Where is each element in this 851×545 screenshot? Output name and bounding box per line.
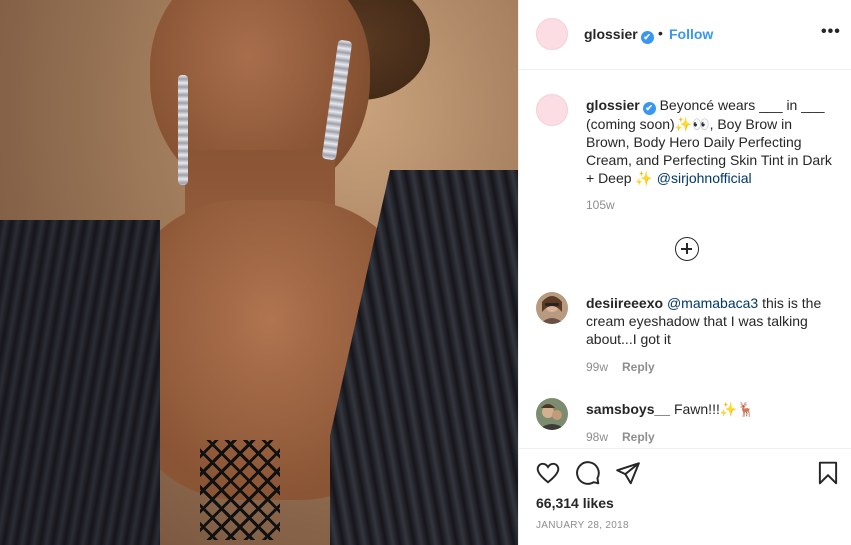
caption-meta: 105w [586,198,615,212]
comment-item: samsboys__ Fawn!!!✨🦌 98w Reply [536,398,836,448]
post-header: glossier ✔ • Follow ••• [519,0,851,70]
caption-time[interactable]: 105w [586,198,615,212]
comment-item: desiireeexo @mamabaca3 this is the cream… [536,292,836,374]
caption-username[interactable]: glossier [586,97,640,113]
heart-icon[interactable] [535,460,561,486]
more-options-icon[interactable]: ••• [821,23,841,41]
verified-badge-icon: ✔ [642,102,656,115]
author-username-text[interactable]: glossier [584,26,638,42]
reply-button[interactable]: Reply [622,430,655,444]
comment-time[interactable]: 98w [586,430,608,444]
photo-lace [200,440,280,540]
comment-time[interactable]: 99w [586,360,608,374]
comment-username[interactable]: desiireeexo [586,295,663,311]
header-separator: • [658,25,663,41]
comment-username[interactable]: samsboys__ [586,401,670,417]
comment-meta: 98w Reply [586,430,655,444]
bookmark-icon[interactable] [815,460,841,486]
follow-button[interactable]: Follow [669,26,713,42]
caption-text: glossier ✔ Beyoncé wears ___ in ___ (comi… [586,96,836,187]
caption-mention-link[interactable]: @sirjohnofficial [657,170,752,186]
comment-text: desiireeexo @mamabaca3 this is the cream… [586,294,836,348]
load-more-comments-icon[interactable] [675,237,699,261]
author-username[interactable]: glossier ✔ [584,26,654,44]
reply-button[interactable]: Reply [622,360,655,374]
comments-list[interactable]: glossier ✔ Beyoncé wears ___ in ___ (comi… [519,71,851,448]
paper-plane-icon[interactable] [615,460,641,486]
comment-text: samsboys__ Fawn!!!✨🦌 [586,400,836,418]
likes-count[interactable]: 66,314 likes [536,495,614,511]
caption-entry: glossier ✔ Beyoncé wears ___ in ___ (comi… [536,94,836,224]
photo-earring-left [178,75,188,185]
commenter-avatar[interactable] [536,292,568,324]
comment-icon[interactable] [575,460,601,486]
comment-meta: 99w Reply [586,360,655,374]
commenter-avatar[interactable] [536,398,568,430]
post-date[interactable]: JANUARY 28, 2018 [536,520,629,531]
post-image[interactable] [0,0,518,545]
photo-dress-left [0,220,160,545]
author-avatar[interactable] [536,18,568,50]
comment-mention-link[interactable]: @mamabaca3 [667,295,758,311]
caption-avatar[interactable] [536,94,568,126]
post-actions: 66,314 likes JANUARY 28, 2018 [519,448,851,545]
post-side-panel: glossier ✔ • Follow ••• glossier ✔ Beyoncé… [518,0,851,545]
verified-badge-icon: ✔ [640,31,654,44]
comment-body: Fawn!!!✨🦌 [670,401,755,417]
